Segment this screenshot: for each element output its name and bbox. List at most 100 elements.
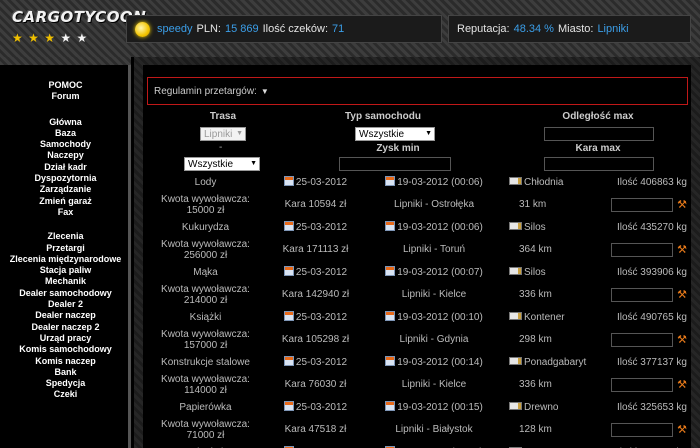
star-icon: ★ [44,31,56,45]
odleglosc-max-input[interactable] [544,127,654,141]
typ-samochodu-select[interactable]: Wszystkie ▼ [355,127,435,141]
sidebar-item-zmien-garaz[interactable]: Zmień garaż [0,196,131,207]
bid-input[interactable] [611,242,674,257]
cargo-amount: Ilość 457812 kg [595,441,691,448]
auction-row: Lody 25-03-2012 19-03-2012 (00:06) Chłodnia… [143,171,691,194]
route: Lipniki - Kielce [401,379,467,391]
end-date: 25-03-2012 [295,222,348,234]
zysk-min-input[interactable] [339,157,451,171]
sidebar-item-dzial-kadr[interactable]: Dział kadr [0,162,131,173]
sidebar-item-urzad-pracy[interactable]: Urząd pracy [0,333,131,344]
sidebar: POMOC Forum Główna Baza Samochody Naczep… [0,57,131,448]
kara-max-input[interactable] [544,157,654,171]
sidebar-item-komis-samochodowy[interactable]: Komis samochodowy [0,344,131,355]
bid-input[interactable] [611,197,674,212]
gavel-icon[interactable]: ⚒ [677,288,687,301]
auction-detail-row: Kwota wywoławcza: 256000 zł Kara 171113 zł… [143,239,691,262]
auction-detail-row: Kwota wywoławcza: 15000 zł Kara 10594 zł Li… [143,194,691,217]
trasa-label: Trasa [209,111,237,122]
vehicle-type: Silos [524,221,546,233]
end-date: 25-03-2012 [295,402,348,414]
call-price-cell: Kwota wywoławcza: 114000 zł [143,374,268,397]
gavel-icon[interactable]: ⚒ [677,333,687,346]
penalty: Kara 10594 zł [284,199,347,211]
cargo-name: Konstrukcje stalowe [161,356,250,368]
start-date-cell: 19-03-2012 (00:06) [363,171,505,194]
gavel-icon[interactable]: ⚒ [677,423,687,436]
sidebar-nav: POMOC Forum Główna Baza Samochody Naczep… [0,80,131,401]
call-price-label: Kwota wywoławcza: [161,283,250,295]
typ-samochodu-value: Wszystkie [359,128,404,140]
sidebar-item-dealer-samochodowy[interactable]: Dealer samochodowy [0,288,131,299]
sidebar-item-naczepy[interactable]: Naczepy [0,150,131,161]
sidebar-item-samochody[interactable]: Samochody [0,139,131,150]
gavel-icon[interactable]: ⚒ [677,243,687,256]
cargo-amount: Ilość 393906 kg [616,266,687,278]
sidebar-item-dealer-naczep-2[interactable]: Dealer naczep 2 [0,322,131,333]
call-price-label: Kwota wywoławcza: [161,418,250,430]
bid-input[interactable] [611,287,674,302]
trasa-destination-select[interactable]: Wszystkie ▼ [184,157,260,171]
call-price-value: 157000 zł [183,339,228,351]
sun-icon [135,21,150,37]
trasa-destination-value: Wszystkie [188,158,233,170]
calendar-icon [385,266,396,277]
gavel-icon[interactable]: ⚒ [677,198,687,211]
sidebar-item-dealer-naczep[interactable]: Dealer naczep [0,310,131,321]
calendar-icon [283,356,294,367]
route: Lipniki - Gdynia [399,334,469,346]
truck-icon [509,221,522,230]
gavel-icon[interactable]: ⚒ [677,378,687,391]
bid-input[interactable] [611,332,674,347]
truck-icon [509,176,522,185]
bid-input[interactable] [611,377,674,392]
sidebar-item-czeki[interactable]: Czeki [0,389,131,400]
auction-detail-row: Kwota wywoławcza: 71000 zł Kara 47518 zł Li… [143,419,691,442]
sidebar-item-zlecenia-miedzynarodowe[interactable]: Zlecenia międzynarodowe [0,254,131,265]
sidebar-item-mechanik[interactable]: Mechanik [0,276,131,287]
truck-icon [509,356,522,365]
sidebar-item-pomoc[interactable]: POMOC [0,80,131,91]
call-price-cell: Kwota wywoławcza: 15000 zł [143,194,268,217]
sidebar-item-zarzadzanie[interactable]: Zarządzanie [0,184,131,195]
username[interactable]: speedy [157,23,192,35]
sidebar-item-fax[interactable]: Fax [0,207,131,218]
calendar-icon [385,356,396,367]
triangle-down-icon: ▼ [260,86,269,96]
end-date-cell: 25-03-2012 [268,306,363,329]
sidebar-item-glowna[interactable]: Główna [0,117,131,128]
sidebar-item-komis-naczep[interactable]: Komis naczep [0,356,131,367]
start-date-cell: 19-03-2012 (00:07) [363,261,505,284]
vehicle-type: Ponadgabaryt [524,356,587,368]
sidebar-item-przetargi[interactable]: Przetargi [0,243,131,254]
call-price-label: Kwota wywoławcza: [161,238,250,250]
sidebar-item-spedycja[interactable]: Spedycja [0,378,131,389]
penalty: Kara 142940 zł [281,289,350,301]
sidebar-item-dealer-2[interactable]: Dealer 2 [0,299,131,310]
sidebar-item-stacja-paliw[interactable]: Stacja paliw [0,265,131,276]
cargo-name: Mąka [193,266,218,278]
distance: 336 km [519,379,552,391]
sidebar-item-dyspozytornia[interactable]: Dyspozytornia [0,173,131,184]
end-date-cell: 25-03-2012 [268,441,363,448]
main-content: Regulamin przetargów: ▼ Trasa Typ samoch… [134,57,700,448]
odleglosc-max-label: Odległość max [562,111,634,122]
bid-input[interactable] [611,422,674,437]
sidebar-item-baza[interactable]: Baza [0,128,131,139]
vehicle-type: Chłodnia [524,176,564,188]
cargo-name: Kukurydza [181,221,230,233]
kara-max-label: Kara max [575,143,621,154]
call-price-value: 15000 zł [186,204,225,216]
auction-row: Konstrukcje stalowe 25-03-2012 19-03-2012 … [143,351,691,374]
call-price-value: 114000 zł [184,384,227,396]
calendar-icon [385,176,396,187]
end-date: 25-03-2012 [295,177,348,189]
cargotycoon-logo[interactable]: CARGOTYCOON ★ ★ ★ ★ ★ [12,8,146,45]
sidebar-item-bank[interactable]: Bank [0,367,131,378]
distance: 298 km [519,334,552,346]
regulamin-toggle[interactable]: Regulamin przetargów: ▼ [147,77,688,105]
start-date: 19-03-2012 (00:10) [397,312,483,324]
sidebar-item-forum[interactable]: Forum [0,91,131,102]
sidebar-item-zlecenia[interactable]: Zlecenia [0,231,131,242]
vehicle-type: Silos [524,266,546,278]
